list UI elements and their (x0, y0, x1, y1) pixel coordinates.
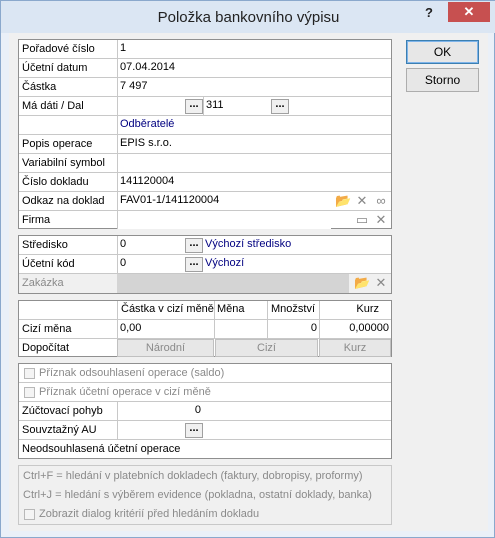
cizi-mena-flag-label: Příznak účetní operace v cizí měně (39, 386, 211, 398)
storno-button[interactable]: Storno (406, 68, 479, 92)
saldo-label: Příznak odsouhlasení operace (saldo) (39, 367, 225, 379)
cizi-mena-label: Cizí měna (22, 323, 72, 335)
popis-field[interactable]: EPIS s.r.o. (117, 135, 391, 153)
help-button[interactable]: ? (419, 5, 439, 23)
folder-open-icon: 📂 (354, 275, 371, 290)
neodsouhlasena-label: Neodsouhlasená účetní operace (22, 443, 181, 455)
dopocitat-label: Dopočítat (22, 342, 70, 354)
cislo-dokladu-label: Číslo dokladu (22, 176, 89, 188)
stredisko-label: Středisko (22, 239, 68, 251)
cizi-button[interactable]: Cizí (215, 339, 318, 357)
cislo-dokladu-field[interactable]: 141120004 (117, 173, 331, 191)
zuctovaci-label: Zúčtovací pohyb (22, 405, 103, 417)
delete-x-icon[interactable]: ✕ (354, 193, 370, 209)
flags-section: Příznak odsouhlasení operace (saldo) Pří… (18, 363, 392, 459)
ma-dati-label: Má dáti / Dal (22, 100, 84, 112)
kurz-field[interactable]: 0,00000 (319, 320, 391, 338)
ma-dati-picker-button[interactable]: ... (185, 99, 203, 114)
variabilni-label: Variabilní symbol (22, 157, 105, 169)
souvztazny-picker-button[interactable]: ... (185, 423, 203, 438)
col-mnozstvi: Množství (267, 301, 319, 319)
delete-x-icon[interactable]: ✕ (373, 212, 389, 228)
castka-cizi-field[interactable]: 0,00 (117, 320, 214, 338)
dialog-label: Zobrazit dialog kritérií před hledáním d… (39, 508, 260, 520)
cizi-mena-checkbox (24, 387, 35, 398)
firma-label: Firma (22, 214, 51, 226)
ucetni-kod-picker-button[interactable]: ... (185, 257, 203, 272)
poradove-cislo-label: Pořadové číslo (22, 43, 95, 55)
odkaz-label: Odkaz na doklad (22, 195, 105, 207)
accounting-section: Středisko 0 ... Výchozí středisko Účetní… (18, 235, 392, 294)
delete-x-icon: ✕ (375, 275, 387, 290)
zuctovaci-field[interactable]: 0 (117, 402, 203, 420)
zakazka-label: Zakázka (22, 277, 64, 289)
col-mena: Měna (214, 301, 267, 319)
stredisko-desc: Výchozí středisko (203, 236, 391, 254)
ok-button[interactable]: OK (406, 40, 479, 64)
odkaz-field[interactable]: FAV01-1/141120004 (117, 192, 331, 210)
dialog-checkbox (24, 509, 35, 520)
currency-section: Částka v cizí měně Měna Množství Kurz Ci… (18, 300, 392, 357)
col-kurz: Kurz (319, 301, 391, 319)
ucet-note: Odběratelé (117, 116, 391, 134)
variabilni-field[interactable] (117, 154, 203, 172)
col-castka-cizi: Částka v cizí měně (117, 301, 214, 319)
dialog-window: Položka bankovního výpisu ? ✕ Pořadové č… (0, 0, 495, 538)
folder-open-icon[interactable]: 📂 (335, 193, 351, 209)
close-button[interactable]: ✕ (448, 2, 490, 22)
stredisko-picker-button[interactable]: ... (185, 238, 203, 253)
ucetni-datum-field[interactable]: 07.04.2014 (117, 59, 203, 77)
ucetni-datum-label: Účetní datum (22, 62, 88, 74)
popis-label: Popis operace (22, 138, 93, 150)
zakazka-field (117, 274, 349, 293)
castka-label: Částka (22, 81, 57, 93)
kurz-button[interactable]: Kurz (319, 339, 391, 357)
dal-picker-button[interactable]: ... (271, 99, 289, 114)
ucetni-kod-desc: Výchozí (203, 255, 391, 273)
mnozstvi-field[interactable]: 0 (267, 320, 319, 338)
saldo-checkbox (24, 368, 35, 379)
souvztazny-label: Souvztažný AU (22, 424, 97, 436)
ctrl-f-hint: Ctrl+F = hledání v platebních dokladech … (23, 470, 363, 482)
dialog-body: Pořadové číslo 1 Účetní datum 07.04.2014… (9, 33, 488, 531)
castka-field[interactable]: 7 497 (117, 78, 203, 96)
title-bar: Položka bankovního výpisu ? ✕ (1, 1, 495, 33)
document-section: Pořadové číslo 1 Účetní datum 07.04.2014… (18, 39, 392, 229)
ctrl-j-hint: Ctrl+J = hledání s výběrem evidence (pok… (23, 489, 372, 501)
poradove-cislo-field[interactable]: 1 (117, 40, 203, 58)
folder-icon[interactable]: ▭ (354, 212, 370, 228)
firma-field[interactable] (117, 211, 331, 229)
hints-section: Ctrl+F = hledání v platebních dokladech … (18, 465, 392, 525)
mena-field[interactable] (214, 320, 267, 338)
link-icon[interactable]: ∞ (373, 193, 389, 209)
narodni-button[interactable]: Národní (117, 339, 214, 357)
ucetni-kod-label: Účetní kód (22, 258, 75, 270)
